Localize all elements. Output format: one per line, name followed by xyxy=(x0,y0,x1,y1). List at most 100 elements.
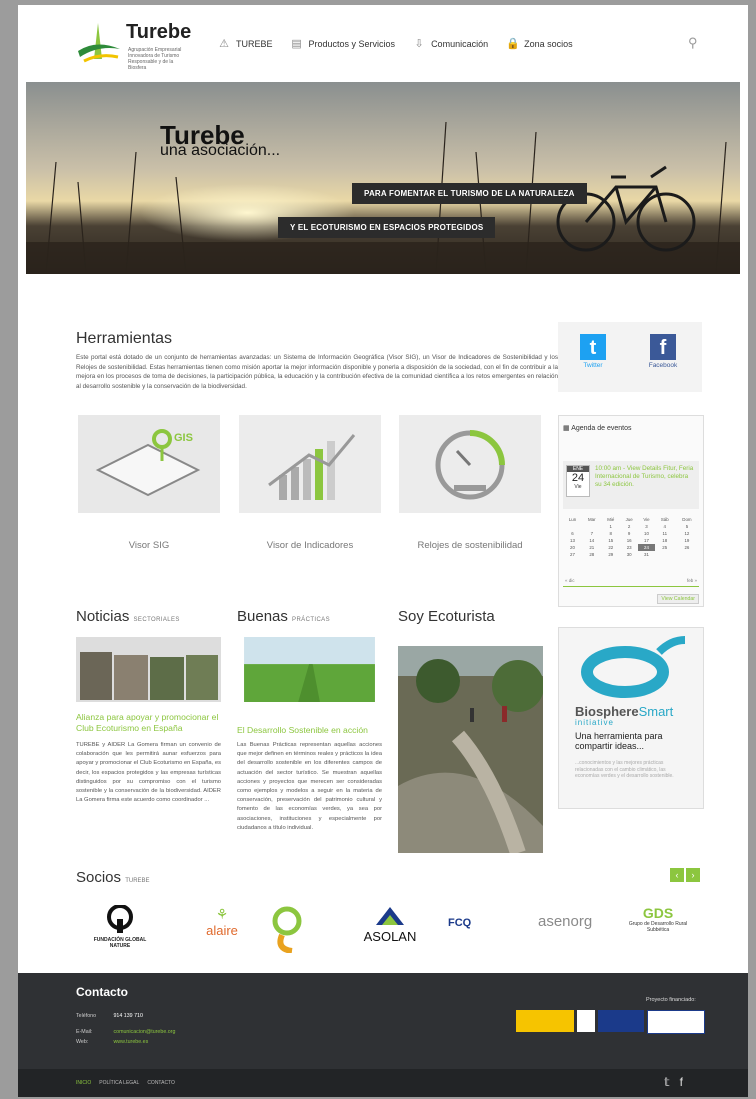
day-cell[interactable]: 28 xyxy=(582,551,602,558)
day-cell[interactable]: 21 xyxy=(582,544,602,551)
eco-image[interactable] xyxy=(398,646,543,853)
leaf-icon: ⚘ xyxy=(215,906,229,922)
partner-logo-asenorg[interactable]: asenorg xyxy=(538,905,600,955)
facebook-link[interactable]: f Facebook xyxy=(648,334,678,369)
biosphere-headline: Una herramienta para compartir ideas... xyxy=(575,731,663,751)
footer-web-row: Web: www.turebe.es xyxy=(76,1039,148,1045)
day-cell[interactable]: 9 xyxy=(620,530,638,537)
partners-title-small: TUREBE xyxy=(125,878,150,884)
partner-label: Grupo de Desarrollo Rural Subbética xyxy=(628,921,688,933)
tool-label: Visor SIG xyxy=(128,540,170,551)
nav-item-zona-socios[interactable]: 🔒 Zona socios xyxy=(506,38,573,50)
day-cell[interactable]: 7 xyxy=(582,530,602,537)
practices-image[interactable] xyxy=(237,637,382,702)
footer-link-contacto[interactable]: CONTACTO xyxy=(147,1080,175,1086)
weekday-header: Jue xyxy=(625,517,633,522)
day-cell[interactable]: 12 xyxy=(675,530,699,537)
day-cell[interactable]: 31 xyxy=(638,551,654,558)
day-cell[interactable]: 17 xyxy=(638,537,654,544)
nav-item-turebe[interactable]: ⚠ TUREBE xyxy=(218,38,272,50)
day-cell[interactable]: 20 xyxy=(563,544,582,551)
day-cell[interactable]: 11 xyxy=(655,530,675,537)
calendar-row: 20 21 22 23 24 25 26 xyxy=(563,544,699,551)
biosphere-logo-icon xyxy=(581,636,686,698)
hero-banner-line-2: Y EL ECOTURISMO EN ESPACIOS PROTEGIDOS xyxy=(278,217,496,238)
day-cell[interactable]: 14 xyxy=(582,537,602,544)
footer: Contacto Teléfono 914 139 710 E-Mail: co… xyxy=(18,973,748,1069)
nav-item-comunicacion[interactable]: ⇩ Comunicación xyxy=(413,38,488,50)
partners-carousel-controls: ‹ › xyxy=(670,868,700,882)
practices-title-text: Buenas xyxy=(237,608,288,625)
tool-relojes[interactable]: Relojes de sostenibilidad xyxy=(399,415,541,551)
events-calendar: ▦ Agenda de eventos ENE 24 Vie 10:00 am … xyxy=(558,415,704,607)
footer-link-legal[interactable]: POLÍTICA LEGAL xyxy=(99,1080,139,1086)
day-cell[interactable] xyxy=(675,551,699,558)
search-icon[interactable]: ⚲ xyxy=(688,35,698,51)
nav-item-productos[interactable]: ▤ Productos y Servicios xyxy=(291,38,395,50)
chevron-left-icon[interactable]: ‹ xyxy=(670,868,684,882)
biosphere-smart-box[interactable]: BiosphereSmart initiative Una herramient… xyxy=(558,627,704,809)
day-cell[interactable]: 25 xyxy=(655,544,675,551)
day-cell[interactable]: 13 xyxy=(563,537,582,544)
tool-visor-indicadores[interactable]: Visor de Indicadores xyxy=(239,415,381,551)
day-cell[interactable]: 29 xyxy=(602,551,620,558)
hero-subtitle: una asociación... xyxy=(160,142,281,159)
day-cell[interactable]: 4 xyxy=(655,523,675,530)
calendar-next-link[interactable]: feb » xyxy=(687,578,697,583)
calendar-prev-link[interactable]: « dic xyxy=(565,578,575,583)
partner-logo-subbetica[interactable]: GDS Grupo de Desarrollo Rural Subbética xyxy=(626,905,690,955)
day-cell[interactable]: 18 xyxy=(655,537,675,544)
hero-banner-line-1: PARA FOMENTAR EL TURISMO DE LA NATURALEZ… xyxy=(352,183,587,204)
chevron-right-icon[interactable]: › xyxy=(686,868,700,882)
day-cell[interactable]: 1 xyxy=(602,523,620,530)
day-cell[interactable]: 30 xyxy=(620,551,638,558)
partner-logo-ecoturismo[interactable]: ecoturismo xyxy=(272,905,312,955)
view-calendar-button[interactable]: View Calendar xyxy=(657,594,699,604)
twitter-link[interactable]: t Twitter xyxy=(578,334,608,369)
day-cell[interactable]: 19 xyxy=(675,537,699,544)
day-cell[interactable] xyxy=(655,551,675,558)
day-cell[interactable]: 8 xyxy=(602,530,620,537)
phone-label: Teléfono xyxy=(76,1013,97,1019)
twitter-icon[interactable]: 𝕥 xyxy=(664,1075,670,1089)
footer-link-inicio[interactable]: INICIO xyxy=(76,1080,91,1086)
tool-visor-sig[interactable]: GIS Visor SIG xyxy=(78,415,220,551)
main-nav: ⚠ TUREBE ▤ Productos y Servicios ⇩ Comun… xyxy=(218,38,573,50)
day-cell[interactable]: 10 xyxy=(638,530,654,537)
day-cell[interactable]: 22 xyxy=(602,544,620,551)
day-cell[interactable]: 6 xyxy=(563,530,582,537)
day-cell[interactable]: 27 xyxy=(563,551,582,558)
day-cell[interactable]: 26 xyxy=(675,544,699,551)
twitter-icon: t xyxy=(580,334,606,360)
day-cell[interactable]: 5 xyxy=(675,523,699,530)
gis-badge: GIS xyxy=(174,432,193,444)
day-cell[interactable] xyxy=(582,523,602,530)
day-cell[interactable]: 23 xyxy=(620,544,638,551)
financed-label: Proyecto financiado: xyxy=(646,997,696,1003)
facebook-icon[interactable]: f xyxy=(680,1075,683,1089)
event-date: ENE 24 Vie xyxy=(566,465,590,497)
facebook-icon: f xyxy=(650,334,676,360)
calendar-event[interactable]: ENE 24 Vie 10:00 am - View Details Fitur… xyxy=(563,461,699,509)
web-link[interactable]: www.turebe.es xyxy=(113,1039,148,1045)
aei-logo xyxy=(647,1010,705,1034)
partner-logo-alaire[interactable]: ⚘ alaire xyxy=(192,905,252,955)
day-cell[interactable]: 3 xyxy=(638,523,654,530)
day-cell[interactable]: 15 xyxy=(602,537,620,544)
news-text: TUREBE y AIDER La Gomera firman un conve… xyxy=(76,742,221,804)
partner-logo-asolan[interactable]: ASOLAN xyxy=(360,905,420,955)
day-cell-selected[interactable]: 24 xyxy=(638,544,655,551)
lock-icon: 🔒 xyxy=(506,38,520,50)
day-cell[interactable]: 16 xyxy=(620,537,638,544)
day-cell[interactable]: 2 xyxy=(620,523,638,530)
partner-logo-fcq[interactable]: FCQ xyxy=(448,905,510,955)
day-cell[interactable] xyxy=(563,523,582,530)
calendar-header-row: Lun Mar Mié Jue Vie Sáb Dom xyxy=(563,516,699,523)
partner-logo-global-nature[interactable]: FUNDACIÓN GLOBAL NATURE xyxy=(90,904,150,955)
news-image[interactable] xyxy=(76,637,221,702)
practices-headline[interactable]: El Desarrollo Sostenible en acción xyxy=(237,725,382,736)
logo[interactable]: Turebe Agrupación Empresarial Innovadora… xyxy=(76,17,191,71)
email-link[interactable]: comunicacion@turebe.org xyxy=(113,1029,175,1035)
social-box: t Twitter f Facebook xyxy=(558,322,702,392)
news-headline[interactable]: Alianza para apoyar y promocionar el Clu… xyxy=(76,712,221,734)
